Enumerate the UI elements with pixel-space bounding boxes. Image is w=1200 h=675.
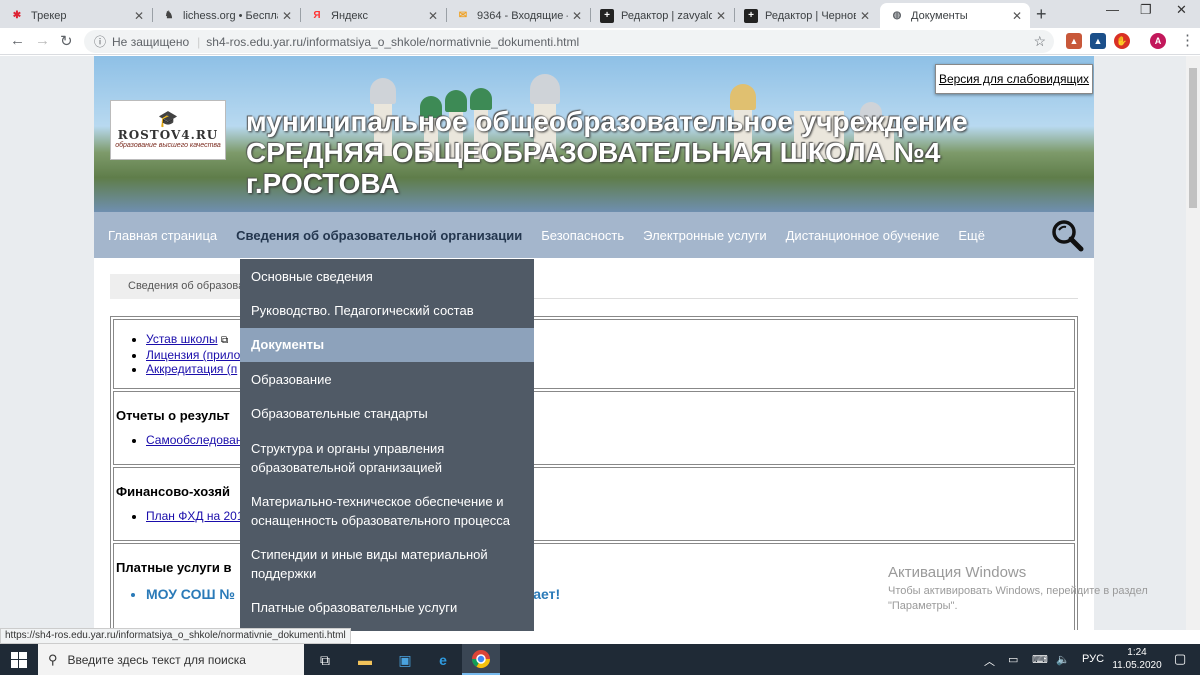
license-link[interactable]: Лицензия (прило	[146, 348, 240, 362]
page-viewport: 🎓 ROSTOV4.RU образование высшего качеств…	[0, 56, 1186, 630]
menu-item-paid-services[interactable]: Платные образовательные услуги	[240, 591, 534, 625]
header-banner: 🎓 ROSTOV4.RU образование высшего качеств…	[94, 56, 1094, 212]
reload-icon[interactable]: ↻	[60, 32, 73, 50]
close-icon[interactable]: ✕	[716, 9, 726, 23]
close-icon[interactable]: ✕	[282, 9, 292, 23]
tab-documents[interactable]: ◍ Документы ✕	[880, 3, 1030, 28]
close-icon[interactable]: ✕	[134, 9, 144, 23]
close-icon[interactable]: ✕	[428, 9, 438, 23]
tab-editor-1[interactable]: + Редактор | zavyalov's a ✕	[590, 3, 734, 28]
search-icon: ⚲	[48, 651, 58, 667]
language-indicator[interactable]: РУС	[1082, 653, 1104, 665]
plus-icon: +	[744, 8, 758, 23]
forward-icon[interactable]: →	[35, 32, 50, 49]
menu-item-documents[interactable]: Документы	[240, 328, 534, 362]
extension-adblock-icon[interactable]: ✋	[1114, 33, 1130, 49]
yandex-icon: Я	[313, 10, 321, 21]
nav-school-info[interactable]: Сведения об образовательной организации	[236, 228, 522, 243]
scrollbar[interactable]	[1186, 56, 1200, 630]
edge-icon[interactable]: e	[432, 649, 454, 671]
browser-tab-bar: ✱ Трекер ✕ ♞ lichess.org • Бесплатны ✕ Я…	[0, 0, 1200, 28]
status-bar-url: https://sh4-ros.edu.yar.ru/informatsiya_…	[0, 628, 351, 644]
taskbar-search-input[interactable]: ⚲ Введите здесь текст для поиска	[38, 644, 304, 675]
store-icon[interactable]: ▣	[394, 649, 416, 671]
new-tab-icon[interactable]: +	[1036, 4, 1047, 25]
back-icon[interactable]: ←	[10, 32, 25, 49]
tab-yandex[interactable]: Я Яндекс ✕	[300, 3, 446, 28]
battery-icon[interactable]: ▭	[1008, 653, 1018, 666]
browser-toolbar: ← → ↻ ⓘ Не защищено | sh4-ros.edu.yar.ru…	[0, 28, 1200, 55]
accreditation-link[interactable]: Аккредитация (п	[146, 362, 237, 376]
menu-item-facilities[interactable]: Материально-техническое обеспечение и ос…	[240, 484, 534, 537]
school-info-dropdown: Основные сведения Руководство. Педагогич…	[240, 259, 534, 631]
minimize-icon[interactable]: —	[1106, 2, 1119, 17]
nav-home[interactable]: Главная страница	[108, 228, 217, 243]
globe-icon: ◍	[892, 10, 902, 21]
plus-icon: +	[600, 8, 614, 23]
close-icon[interactable]: ✕	[1012, 9, 1022, 23]
main-nav: Главная страница Сведения об образовател…	[94, 212, 1094, 258]
info-icon[interactable]: ⓘ	[94, 33, 106, 50]
notifications-icon[interactable]: ▢	[1174, 651, 1186, 667]
windows-start-icon[interactable]	[11, 652, 27, 668]
mail-icon: ✉	[458, 10, 468, 21]
window-close-icon[interactable]: ✕	[1176, 2, 1187, 18]
menu-item-structure[interactable]: Структура и органы управления образовате…	[240, 431, 534, 484]
lichess-icon: ♞	[164, 10, 174, 21]
menu-dots-icon[interactable]: ⋮	[1180, 31, 1195, 49]
tab-tracker[interactable]: ✱ Трекер ✕	[0, 3, 152, 28]
charter-link[interactable]: Устав школы	[146, 332, 218, 346]
extension-drive-icon[interactable]: ▲	[1090, 33, 1106, 49]
site-logo[interactable]: 🎓 ROSTOV4.RU образование высшего качеств…	[110, 100, 226, 160]
nav-more[interactable]: Ещё	[958, 228, 985, 243]
task-view-icon[interactable]: ⧉	[314, 649, 336, 671]
avatar[interactable]: A	[1150, 33, 1166, 49]
tray-chevron-icon[interactable]: ︿	[984, 653, 995, 669]
security-label: Не защищено	[112, 34, 190, 49]
menu-item-education[interactable]: Образование	[240, 362, 534, 397]
nav-distance-learning[interactable]: Дистанционное обучение	[786, 228, 940, 243]
graduation-cap-icon: 🎓	[158, 110, 178, 128]
accessibility-version-link[interactable]: Версия для слабовидящих	[935, 64, 1093, 94]
menu-item-scholarships[interactable]: Стипендии и иные виды материальной подде…	[240, 537, 534, 591]
menu-item-basic-info[interactable]: Основные сведения	[240, 259, 534, 294]
windows-activation-text: Чтобы активировать Windows, перейдите в …	[888, 585, 1148, 612]
chrome-taskbar-button[interactable]	[462, 644, 500, 675]
breadcrumb-item[interactable]: Сведения об образовательной организации	[110, 274, 250, 299]
fhd-plan-link[interactable]: План ФХД на 201	[146, 509, 244, 523]
nav-e-services[interactable]: Электронные услуги	[643, 228, 766, 243]
extension-pdf-icon[interactable]: ▲	[1066, 33, 1082, 49]
url-text[interactable]: sh4-ros.edu.yar.ru/informatsiya_o_shkole…	[206, 35, 579, 49]
search-icon[interactable]	[1050, 218, 1084, 252]
menu-item-standards[interactable]: Образовательные стандарты	[240, 397, 534, 431]
chrome-icon	[472, 650, 490, 669]
volume-icon[interactable]: 🔈	[1056, 653, 1070, 666]
network-icon[interactable]: ⌨	[1032, 653, 1048, 666]
file-explorer-icon[interactable]: ▬	[354, 649, 376, 671]
taskbar-clock[interactable]: 1:24 11.05.2020	[1108, 646, 1166, 672]
school-title: муниципальное общеобразовательное учрежд…	[246, 106, 968, 199]
address-bar[interactable]: ⓘ Не защищено | sh4-ros.edu.yar.ru/infor…	[84, 30, 1054, 53]
bookmark-star-icon[interactable]: ☆	[1033, 33, 1046, 50]
menu-item-management[interactable]: Руководство. Педагогический состав	[240, 294, 534, 328]
tab-mail[interactable]: ✉ 9364 - Входящие — Ян ✕	[446, 3, 590, 28]
self-examination-link[interactable]: Самообследован	[146, 433, 242, 447]
external-link-icon: ⧉	[220, 335, 229, 346]
pinwheel-icon: ✱	[12, 10, 22, 21]
close-icon[interactable]: ✕	[860, 9, 870, 23]
restore-icon[interactable]: ❐	[1140, 2, 1152, 18]
close-icon[interactable]: ✕	[572, 9, 582, 23]
tab-lichess[interactable]: ♞ lichess.org • Бесплатны ✕	[152, 3, 300, 28]
tab-editor-2[interactable]: + Редактор | Черновик | ✕	[734, 3, 878, 28]
windows-taskbar: ⚲ Введите здесь текст для поиска ⧉ ▬ ▣ e…	[0, 644, 1200, 675]
nav-security[interactable]: Безопасность	[541, 228, 624, 243]
windows-activation-title: Активация Windows	[888, 564, 1027, 581]
